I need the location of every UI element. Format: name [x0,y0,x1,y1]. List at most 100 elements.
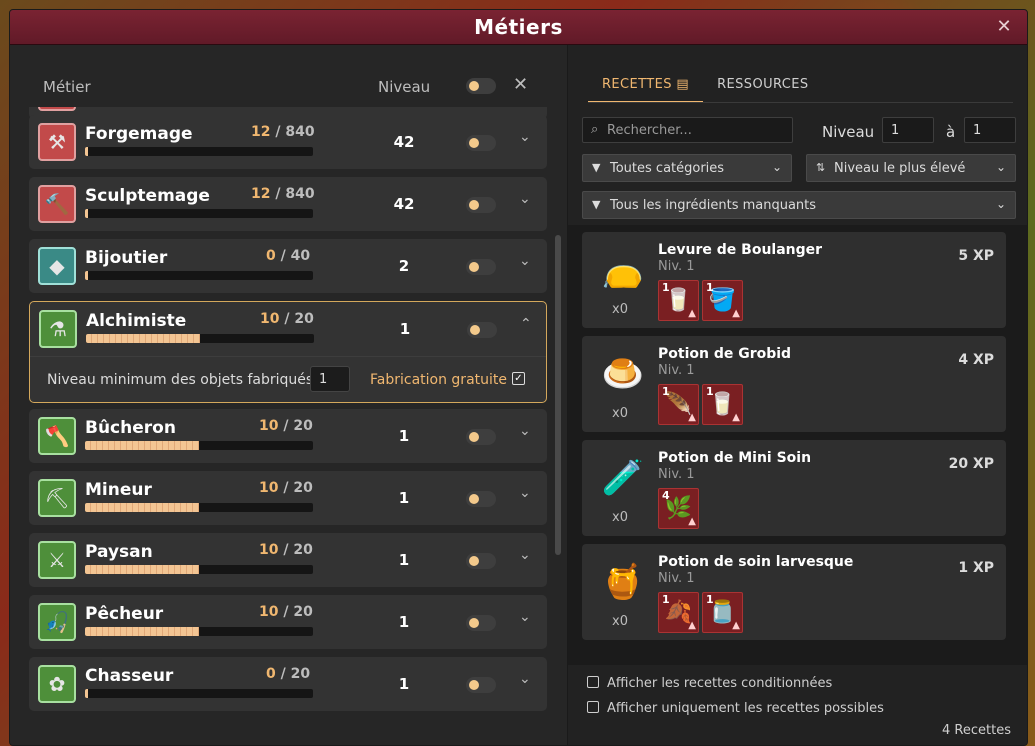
job-row-bijoutier[interactable]: ◆ Bijoutier 0 / 40 2 ⌄ [29,239,547,293]
job-name: Chasseur [85,666,174,686]
chevron-down-icon[interactable]: ⌄ [519,609,531,625]
job-row-pecheur[interactable]: 🎣 Pêcheur 10 / 20 1 ⌄ [29,595,547,649]
xp-bar [85,271,313,280]
job-toggle[interactable] [466,553,496,569]
book-icon: ▤ [676,77,690,92]
collapse-all-icon[interactable]: ✕ [513,74,528,95]
job-options: Niveau minimum des objets fabriqués 1 Fa… [30,356,546,402]
ingredients-filter-dropdown[interactable]: ▼ Tous les ingrédients manquants ⌄ [582,191,1016,219]
recipe-xp: 4 XP [958,352,994,368]
job-row-forgemage[interactable]: ⚒ Forgemage 12 / 840 42 ⌄ [29,115,547,169]
ingredient-slot[interactable]: 1 🫙 ▲ [702,592,743,633]
chevron-down-icon[interactable]: ⌄ [519,547,531,563]
ingredient-slot[interactable]: 1 🥛 ▲ [702,384,743,425]
job-name: Sculptemage [85,186,210,206]
chevron-down-icon[interactable]: ⌄ [519,671,531,687]
tab-recettes[interactable]: RECETTES ▤ [588,65,704,103]
recipe-card[interactable]: 🍯 x0 Potion de soin larvesque Niv. 1 1 X… [582,544,1006,640]
job-xp: 10 / 20 [259,542,313,558]
job-level: 1 [398,427,410,445]
job-name: Mineur [85,480,152,500]
search-input[interactable] [607,121,787,139]
chevron-down-icon[interactable]: ⌄ [519,191,531,207]
chevron-down-icon[interactable]: ⌄ [519,129,531,145]
yeast-bag-icon: 👝 [601,250,645,290]
job-toggle[interactable] [466,491,496,507]
fishing-rod-icon: 🎣 [38,603,76,641]
job-row-bucheron[interactable]: 🪓 Bûcheron 10 / 20 1 ⌄ [29,409,547,463]
chevron-down-icon[interactable]: ⌄ [519,423,531,439]
min-level-input[interactable]: 1 [310,366,350,392]
job-level: 1 [399,320,411,338]
xp-bar [85,441,313,450]
chevron-down-icon[interactable]: ⌄ [519,253,531,269]
job-toggle[interactable] [466,259,496,275]
tab-divider [588,102,1013,103]
tab-ressources[interactable]: RESSOURCES [703,65,822,103]
free-crafting-checkbox[interactable]: ✓ [512,372,525,385]
job-toggle[interactable] [466,197,496,213]
recipes-panel: RECETTES ▤ RESSOURCES ⌕ Niveau 1 à 1 ▼ T… [567,45,1027,745]
job-xp: 0 / 40 [266,248,311,264]
title-bar: Métiers ✕ [10,10,1027,45]
close-icon[interactable]: ✕ [993,16,1015,38]
level-to-input[interactable]: 1 [964,117,1016,143]
recipe-name: Potion de Grobid [658,346,792,362]
checkbox[interactable] [587,701,599,713]
hammer-icon: ⚒ [38,123,76,161]
job-toggle[interactable] [466,615,496,631]
job-row-chasseur[interactable]: ✿ Chasseur 0 / 20 1 ⌄ [29,657,547,711]
column-job-label: Métier [43,78,91,96]
chevron-down-icon: ⌄ [771,160,782,174]
job-row-alchimiste[interactable]: ⚗ Alchimiste 10 / 20 1 ⌃ Niveau minimum … [29,301,547,403]
recipe-level: Niv. 1 [658,259,695,274]
recipes-list: 👝 x0 Levure de Boulanger Niv. 1 5 XP 1 🥛 ▲… [568,225,1027,665]
job-toggle[interactable] [466,677,496,693]
chevron-up-icon[interactable]: ⌃ [520,316,532,332]
job-level: 1 [398,489,410,507]
jobs-scrollbar[interactable] [555,235,561,555]
sort-dropdown[interactable]: ⇅ Niveau le plus élevé ⌄ [806,154,1016,182]
window-title: Métiers [474,15,563,39]
option-conditional-recipes[interactable]: Afficher les recettes conditionnées [587,676,832,691]
job-row-mineur[interactable]: ⛏ Mineur 10 / 20 1 ⌄ [29,471,547,525]
toggle-all-switch[interactable] [466,78,496,94]
recipe-card[interactable]: 👝 x0 Levure de Boulanger Niv. 1 5 XP 1 🥛 ▲… [582,232,1006,328]
job-row-paysan[interactable]: ⚔ Paysan 10 / 20 1 ⌄ [29,533,547,587]
checkbox[interactable] [587,676,599,688]
jobs-panel: Métier Niveau ✕ ⚒ Forgemage 12 / 840 42 … [10,45,567,745]
job-toggle[interactable] [467,322,497,338]
recipe-level: Niv. 1 [658,467,695,482]
job-row-sculptemage[interactable]: 🔨 Sculptemage 12 / 840 42 ⌄ [29,177,547,231]
filter-icon: ▼ [592,198,601,211]
warning-icon: ▲ [688,516,696,527]
chevron-down-icon: ⌄ [995,160,1006,174]
free-crafting-label: Fabrication gratuite [370,372,507,388]
recipe-card[interactable]: 🍮 x0 Potion de Grobid Niv. 1 4 XP 1 🪶 ▲ 1 🥛… [582,336,1006,432]
recipe-level: Niv. 1 [658,571,695,586]
level-from-input[interactable]: 1 [882,117,934,143]
job-name: Alchimiste [86,311,187,331]
warning-icon: ▲ [688,620,696,631]
option-possible-recipes[interactable]: Afficher uniquement les recettes possibl… [587,701,884,716]
ingredient-slot[interactable]: 1 🪶 ▲ [658,384,699,425]
job-toggle[interactable] [466,135,496,151]
job-xp: 10 / 20 [259,604,313,620]
job-name: Pêcheur [85,604,164,624]
ingredient-slot[interactable]: 4 🌿 ▲ [658,488,699,529]
sort-icon: ⇅ [816,161,826,174]
ingredient-slot[interactable]: 1 🍂 ▲ [658,592,699,633]
mini-heal-potion-icon: 🧪 [601,458,645,498]
job-xp: 0 / 20 [266,666,311,682]
job-toggle[interactable] [466,429,496,445]
ingredient-slot[interactable]: 1 🥛 ▲ [658,280,699,321]
larval-potion-icon: 🍯 [601,562,645,602]
category-dropdown[interactable]: ▼ Toutes catégories ⌄ [582,154,792,182]
ingredient-slot[interactable]: 1 🪣 ▲ [702,280,743,321]
chevron-down-icon[interactable]: ⌄ [519,485,531,501]
recipe-card[interactable]: 🧪 x0 Potion de Mini Soin Niv. 1 20 XP 4 🌿… [582,440,1006,536]
xp-bar [85,565,313,574]
recipe-xp: 20 XP [948,456,994,472]
warning-icon: ▲ [688,412,696,423]
xp-bar [85,627,313,636]
